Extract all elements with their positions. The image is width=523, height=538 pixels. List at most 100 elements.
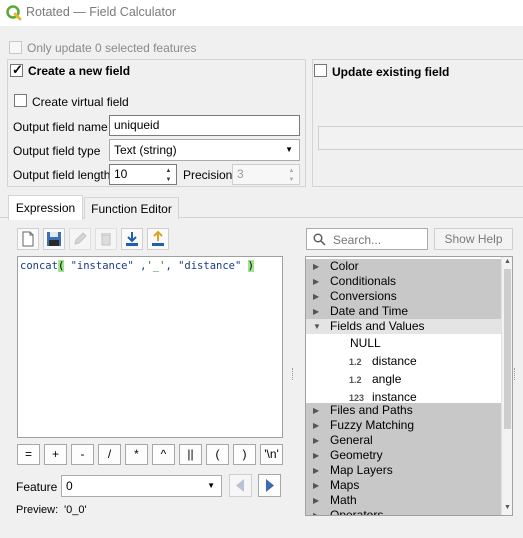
function-tree[interactable]: ▶ Color ▶ Conditionals ▶ Conversions ▶ Date … — [305, 256, 513, 516]
tree-group-date-time[interactable]: ▶ Date and Time — [306, 304, 501, 319]
chevron-right-icon: ▶ — [313, 262, 320, 271]
tree-group-conditionals[interactable]: ▶ Conditionals — [306, 274, 501, 289]
show-help-button[interactable]: Show Help — [434, 228, 513, 250]
decimal-type-icon: 1.2 — [349, 375, 362, 385]
spin-down-icon[interactable]: ▼ — [285, 175, 298, 184]
feature-select[interactable]: 0 ▼ — [61, 475, 222, 497]
expression-editor[interactable]: concat( "instance" ,'_', "distance" ) — [17, 256, 283, 438]
expr-string-sep: '_' — [146, 260, 166, 272]
expr-func: concat — [20, 260, 58, 272]
chevron-right-icon: ▶ — [313, 466, 320, 475]
new-file-button[interactable] — [17, 228, 39, 250]
tree-group-color[interactable]: ▶ Color — [306, 259, 501, 274]
tree-group-general[interactable]: ▶ General — [306, 433, 501, 448]
scrollbar-thumb[interactable] — [504, 269, 511, 429]
tree-group-math[interactable]: ▶ Math — [306, 493, 501, 508]
save-button[interactable] — [43, 228, 65, 250]
import-button[interactable] — [121, 228, 143, 250]
precision-label: Precision — [183, 168, 233, 182]
chevron-right-icon: ▶ — [313, 436, 320, 445]
op-minus-button[interactable]: - — [71, 444, 94, 465]
preview-label: Preview: — [16, 504, 59, 516]
tab-function-editor[interactable]: Function Editor — [84, 197, 179, 219]
tree-item-angle[interactable]: 1.2 angle — [306, 370, 501, 388]
op-equals-button[interactable]: = — [17, 444, 40, 465]
chevron-right-icon: ▶ — [313, 511, 320, 516]
save-icon — [47, 232, 61, 246]
spin-up-icon[interactable]: ▲ — [162, 166, 175, 175]
output-type-select[interactable]: Text (string) ▼ — [109, 139, 300, 161]
op-concat-button[interactable]: || — [179, 444, 202, 465]
expr-field-instance: "instance" — [70, 260, 134, 272]
op-open-paren-button[interactable]: ( — [206, 444, 229, 465]
preview-value: '0_0' — [64, 504, 87, 516]
upload-icon — [152, 230, 164, 246]
tree-group-geometry[interactable]: ▶ Geometry — [306, 448, 501, 463]
tree-group-maps[interactable]: ▶ Maps — [306, 478, 501, 493]
chevron-down-icon: ▼ — [313, 322, 321, 331]
tree-group-conversions[interactable]: ▶ Conversions — [306, 289, 501, 304]
tree-item-null[interactable]: NULL — [306, 334, 501, 352]
expr-comma-2: , — [165, 260, 172, 272]
update-existing-label: Update existing field — [332, 65, 450, 79]
edit-button[interactable] — [69, 228, 91, 250]
only-update-label: Only update 0 selected features — [27, 41, 197, 55]
qgis-logo-icon — [6, 5, 22, 21]
arrow-left-icon — [236, 479, 244, 492]
chevron-down-icon: ▼ — [285, 145, 293, 154]
tree-group-operators[interactable]: ▶ Operators — [306, 508, 501, 516]
create-new-field-checkbox[interactable]: ✓ — [10, 62, 23, 77]
feature-label: Feature — [16, 480, 58, 494]
op-power-button[interactable]: ^ — [152, 444, 175, 465]
spin-up-icon[interactable]: ▲ — [285, 166, 298, 175]
tree-group-fields-values[interactable]: ▼ Fields and Values — [306, 319, 501, 334]
delete-button[interactable] — [95, 228, 117, 250]
next-feature-button[interactable] — [258, 474, 281, 497]
expression-line: concat( "instance" ,'_', "distance" ) — [20, 260, 254, 272]
chevron-right-icon: ▶ — [313, 451, 320, 460]
expr-open-paren: ( — [57, 260, 65, 272]
new-file-icon — [22, 231, 34, 247]
tree-group-map-layers[interactable]: ▶ Map Layers — [306, 463, 501, 478]
decimal-type-icon: 1.2 — [349, 357, 362, 367]
chevron-down-icon: ▼ — [207, 481, 215, 490]
output-type-label: Output field type — [13, 144, 101, 158]
only-update-checkbox[interactable] — [9, 41, 22, 54]
tree-group-fuzzy-matching[interactable]: ▶ Fuzzy Matching — [306, 418, 501, 433]
output-length-spinbox[interactable]: 10 ▲ ▼ — [109, 164, 177, 185]
tree-item-distance[interactable]: 1.2 distance — [306, 352, 501, 370]
output-type-value: Text (string) — [114, 143, 177, 157]
previous-feature-button[interactable] — [229, 474, 252, 497]
chevron-right-icon: ▶ — [313, 307, 320, 316]
tab-expression[interactable]: Expression — [8, 195, 83, 220]
update-existing-checkbox[interactable] — [314, 64, 327, 77]
feature-value: 0 — [66, 479, 73, 493]
output-name-input[interactable]: uniqueid — [109, 115, 300, 136]
op-plus-button[interactable]: + — [44, 444, 67, 465]
scroll-up-icon[interactable]: ▲ — [504, 258, 511, 265]
pencil-icon — [74, 232, 87, 245]
function-tree-list: ▶ Color ▶ Conditionals ▶ Conversions ▶ Date … — [306, 257, 501, 516]
op-newline-button[interactable]: '\n' — [260, 444, 283, 465]
function-search-input[interactable]: Search... — [306, 228, 428, 250]
tree-group-files-paths[interactable]: ▶ Files and Paths — [306, 403, 501, 418]
virtual-field-checkbox[interactable] — [14, 94, 27, 107]
window-title: Rotated — Field Calculator — [26, 5, 177, 19]
chevron-right-icon: ▶ — [313, 496, 320, 505]
scroll-down-icon[interactable]: ▼ — [504, 504, 511, 511]
export-button[interactable] — [147, 228, 169, 250]
op-divide-button[interactable]: / — [98, 444, 121, 465]
precision-spinbox[interactable]: 3 ▲ ▼ — [232, 164, 300, 185]
splitter-handle-right[interactable] — [514, 368, 516, 380]
chevron-right-icon: ▶ — [313, 406, 320, 415]
output-name-label: Output field name — [13, 120, 108, 134]
op-close-paren-button[interactable]: ) — [233, 444, 256, 465]
tree-scrollbar[interactable]: ▲ ▼ — [501, 257, 512, 515]
splitter-handle[interactable] — [292, 368, 294, 380]
virtual-field-label: Create virtual field — [32, 95, 129, 109]
spin-down-icon[interactable]: ▼ — [162, 175, 175, 184]
download-icon — [126, 232, 138, 246]
existing-field-select[interactable] — [318, 126, 523, 150]
op-multiply-button[interactable]: * — [125, 444, 148, 465]
expr-close-paren: ) — [247, 260, 254, 272]
